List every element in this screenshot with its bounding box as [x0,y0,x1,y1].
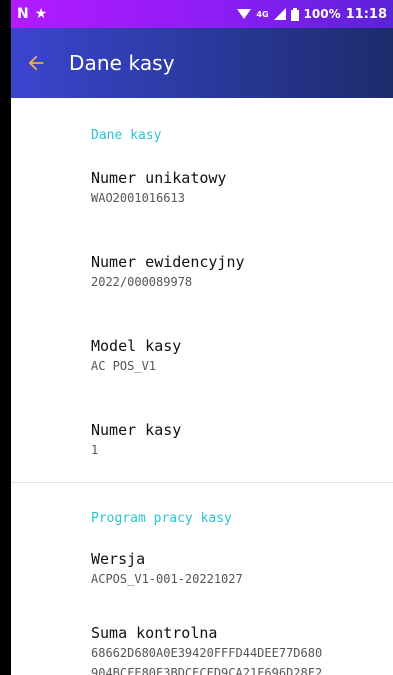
battery-percent: 100% [303,7,341,21]
wifi-icon [237,9,252,19]
item-value: AC POS_V1 [91,359,157,373]
network-type: 4G [256,9,269,19]
item-label: Numer ewidencyjny [91,253,245,271]
section-header: Dane kasy [91,128,162,143]
page-title: Dane kasy [69,51,175,75]
app-bar: Dane kasy [11,28,393,98]
n-icon: N [17,6,29,22]
checksum-line-1: 68662D680A0E39420FFFD44DEE77D680 [91,646,323,660]
item-value: 2022/000089978 [91,275,193,289]
item-label: Numer unikatowy [91,169,227,187]
list-item-checksum[interactable]: Suma kontrolna 68662D680A0E39420FFFD44DE… [91,611,393,675]
item-value: 1 [91,443,99,457]
section-header: Program pracy kasy [91,511,232,526]
list-item-model[interactable]: Model kasy AC POS_V1 [91,314,393,398]
checksum-line-2: 904BCFE80E3BDCECED9CA21F696D28F2 [91,666,323,675]
battery-icon [290,7,299,21]
item-value: ACPOS_V1-001-20221027 [91,572,243,586]
status-left: N ★ [17,6,47,22]
device-screen: N ★ 4G 100% 11:18 Dane kasy Dane kasy Nu… [11,0,393,675]
section-program: Program pracy kasy Wersja ACPOS_V1-001-2… [11,483,393,675]
back-arrow-icon[interactable] [25,52,47,74]
item-label: Model kasy [91,337,182,355]
item-label: Numer kasy [91,421,182,439]
status-bar: N ★ 4G 100% 11:18 [11,0,393,28]
section-cash-register-data: Dane kasy Numer unikatowy WAO2001016613 … [11,98,393,482]
item-label: Wersja [91,550,146,568]
item-label: Suma kontrolna [91,624,218,642]
list-item-version[interactable]: Wersja ACPOS_V1-001-20221027 [91,531,393,611]
signal-icon [273,8,286,20]
item-value: WAO2001016613 [91,191,185,205]
list-item-unique-number[interactable]: Numer unikatowy WAO2001016613 [91,156,393,230]
star-icon: ★ [34,6,48,22]
clock: 11:18 [345,6,387,22]
list-item-register-number[interactable]: Numer kasy 1 [91,398,393,482]
list-item-registration-number[interactable]: Numer ewidencyjny 2022/000089978 [91,230,393,314]
status-right: 4G 100% 11:18 [237,7,387,22]
